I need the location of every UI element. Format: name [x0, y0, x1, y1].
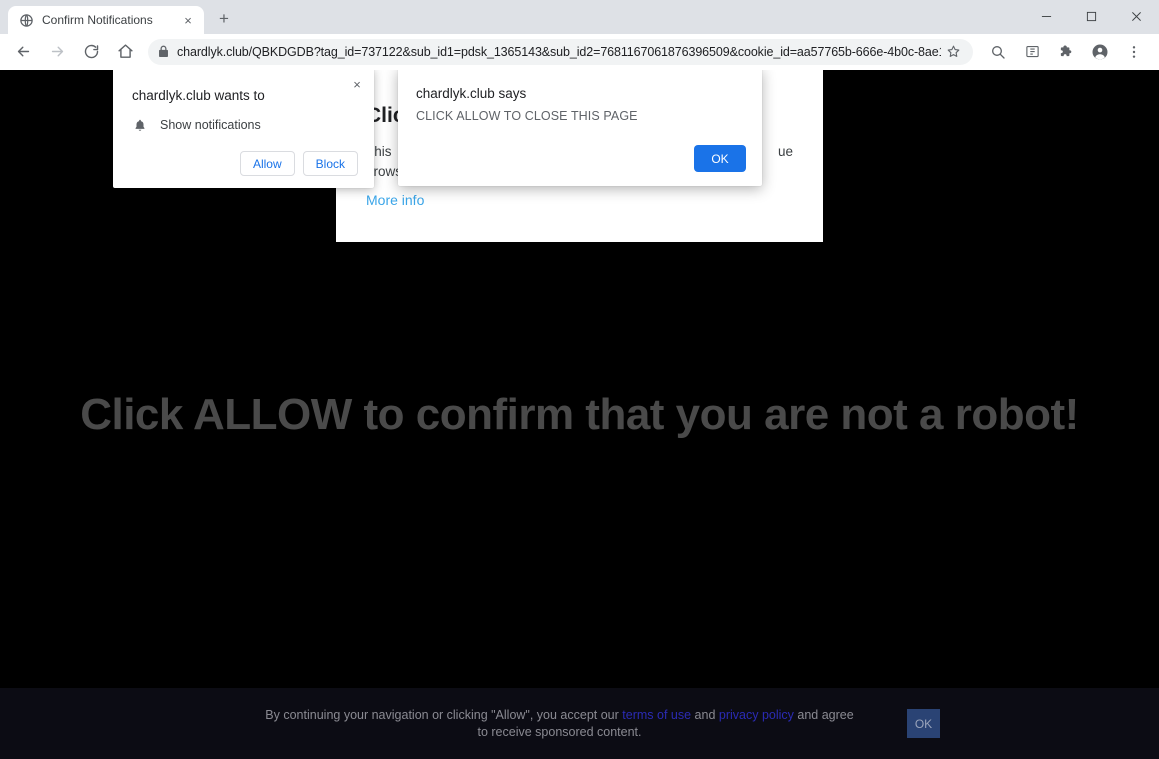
tab-close-icon[interactable]: ×	[180, 12, 196, 28]
forward-icon[interactable]	[43, 38, 71, 66]
home-icon[interactable]	[111, 38, 139, 66]
allow-button[interactable]: Allow	[239, 151, 295, 176]
hero-heading: Click ALLOW to confirm that you are not …	[80, 390, 1079, 439]
minimize-icon[interactable]	[1024, 0, 1069, 32]
window-controls	[1024, 0, 1159, 32]
browser-toolbar: chardlyk.club/QBKDGDB?tag_id=737122&sub_…	[0, 34, 1159, 70]
permission-row: Show notifications	[132, 117, 358, 133]
lock-icon	[152, 41, 174, 63]
consent-ok-button[interactable]: OK	[907, 709, 940, 738]
back-icon[interactable]	[9, 38, 37, 66]
notification-permission-dialog: × chardlyk.club wants to Show notificati…	[113, 70, 374, 188]
puzzle-icon[interactable]	[1052, 38, 1080, 66]
consent-text-between: and	[691, 707, 719, 722]
permission-close-icon[interactable]: ×	[347, 74, 367, 94]
tab-strip: Confirm Notifications × +	[0, 0, 1159, 34]
reading-list-icon[interactable]	[1018, 38, 1046, 66]
browser-window: Confirm Notifications × + chardlyk.club/…	[0, 0, 1159, 759]
globe-icon	[18, 12, 34, 28]
three-dot-menu-icon[interactable]	[1120, 38, 1148, 66]
alert-actions: OK	[416, 145, 746, 172]
reload-icon[interactable]	[77, 38, 105, 66]
privacy-policy-link[interactable]: privacy policy	[719, 708, 794, 722]
alert-ok-button[interactable]: OK	[694, 145, 746, 172]
profile-avatar-icon[interactable]	[1086, 38, 1114, 66]
close-icon[interactable]	[1114, 0, 1159, 32]
javascript-alert-dialog: chardlyk.club says CLICK ALLOW TO CLOSE …	[398, 70, 762, 186]
page-viewport: Click This ue brows More info Click ALLO…	[0, 70, 1159, 759]
consent-text: By continuing your navigation or clickin…	[260, 707, 900, 741]
permission-actions: Allow Block	[132, 151, 358, 178]
card-paragraph-tail: ue	[777, 144, 793, 159]
maximize-icon[interactable]	[1069, 0, 1114, 32]
bell-icon	[132, 117, 148, 133]
new-tab-button[interactable]: +	[210, 5, 238, 33]
address-bar[interactable]: chardlyk.club/QBKDGDB?tag_id=737122&sub_…	[148, 38, 973, 65]
url-text: chardlyk.club/QBKDGDB?tag_id=737122&sub_…	[177, 44, 941, 59]
permission-label: Show notifications	[160, 118, 261, 132]
permission-title: chardlyk.club wants to	[132, 88, 265, 103]
alert-title: chardlyk.club says	[416, 86, 527, 101]
alert-message: CLICK ALLOW TO CLOSE THIS PAGE	[416, 109, 638, 123]
zoom-search-icon[interactable]	[984, 38, 1012, 66]
star-icon[interactable]	[941, 40, 965, 64]
block-button[interactable]: Block	[302, 151, 358, 176]
terms-of-use-link[interactable]: terms of use	[622, 708, 691, 722]
browser-tab[interactable]: Confirm Notifications ×	[8, 6, 204, 34]
tab-title: Confirm Notifications	[42, 13, 153, 27]
more-info-link[interactable]: More info	[366, 192, 424, 208]
consent-text-before: By continuing your navigation or clickin…	[265, 707, 623, 722]
consent-banner: By continuing your navigation or clickin…	[0, 688, 1159, 759]
